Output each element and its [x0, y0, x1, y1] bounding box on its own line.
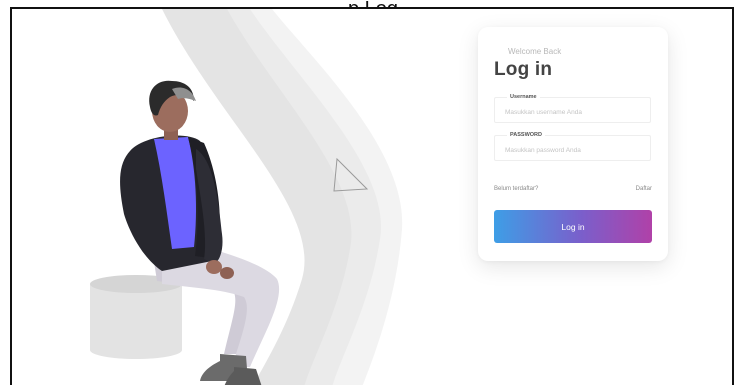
login-card: Welcome Back Log in Username PASSWORD Be…	[478, 27, 668, 261]
username-label: Username	[507, 93, 540, 101]
password-input[interactable]	[505, 144, 640, 156]
welcome-text: Welcome Back	[508, 47, 562, 56]
login-title: Log in	[494, 59, 553, 80]
login-button[interactable]: Log in	[494, 210, 652, 243]
username-field-container: Username	[494, 93, 651, 123]
username-input[interactable]	[505, 106, 640, 118]
login-page: Welcome Back Log in Username PASSWORD Be…	[10, 7, 734, 385]
password-field-container: PASSWORD	[494, 131, 651, 161]
password-label: PASSWORD	[507, 131, 545, 139]
signup-prompt: Belum terdaftar?	[494, 186, 539, 192]
signup-link[interactable]: Daftar	[636, 186, 652, 192]
